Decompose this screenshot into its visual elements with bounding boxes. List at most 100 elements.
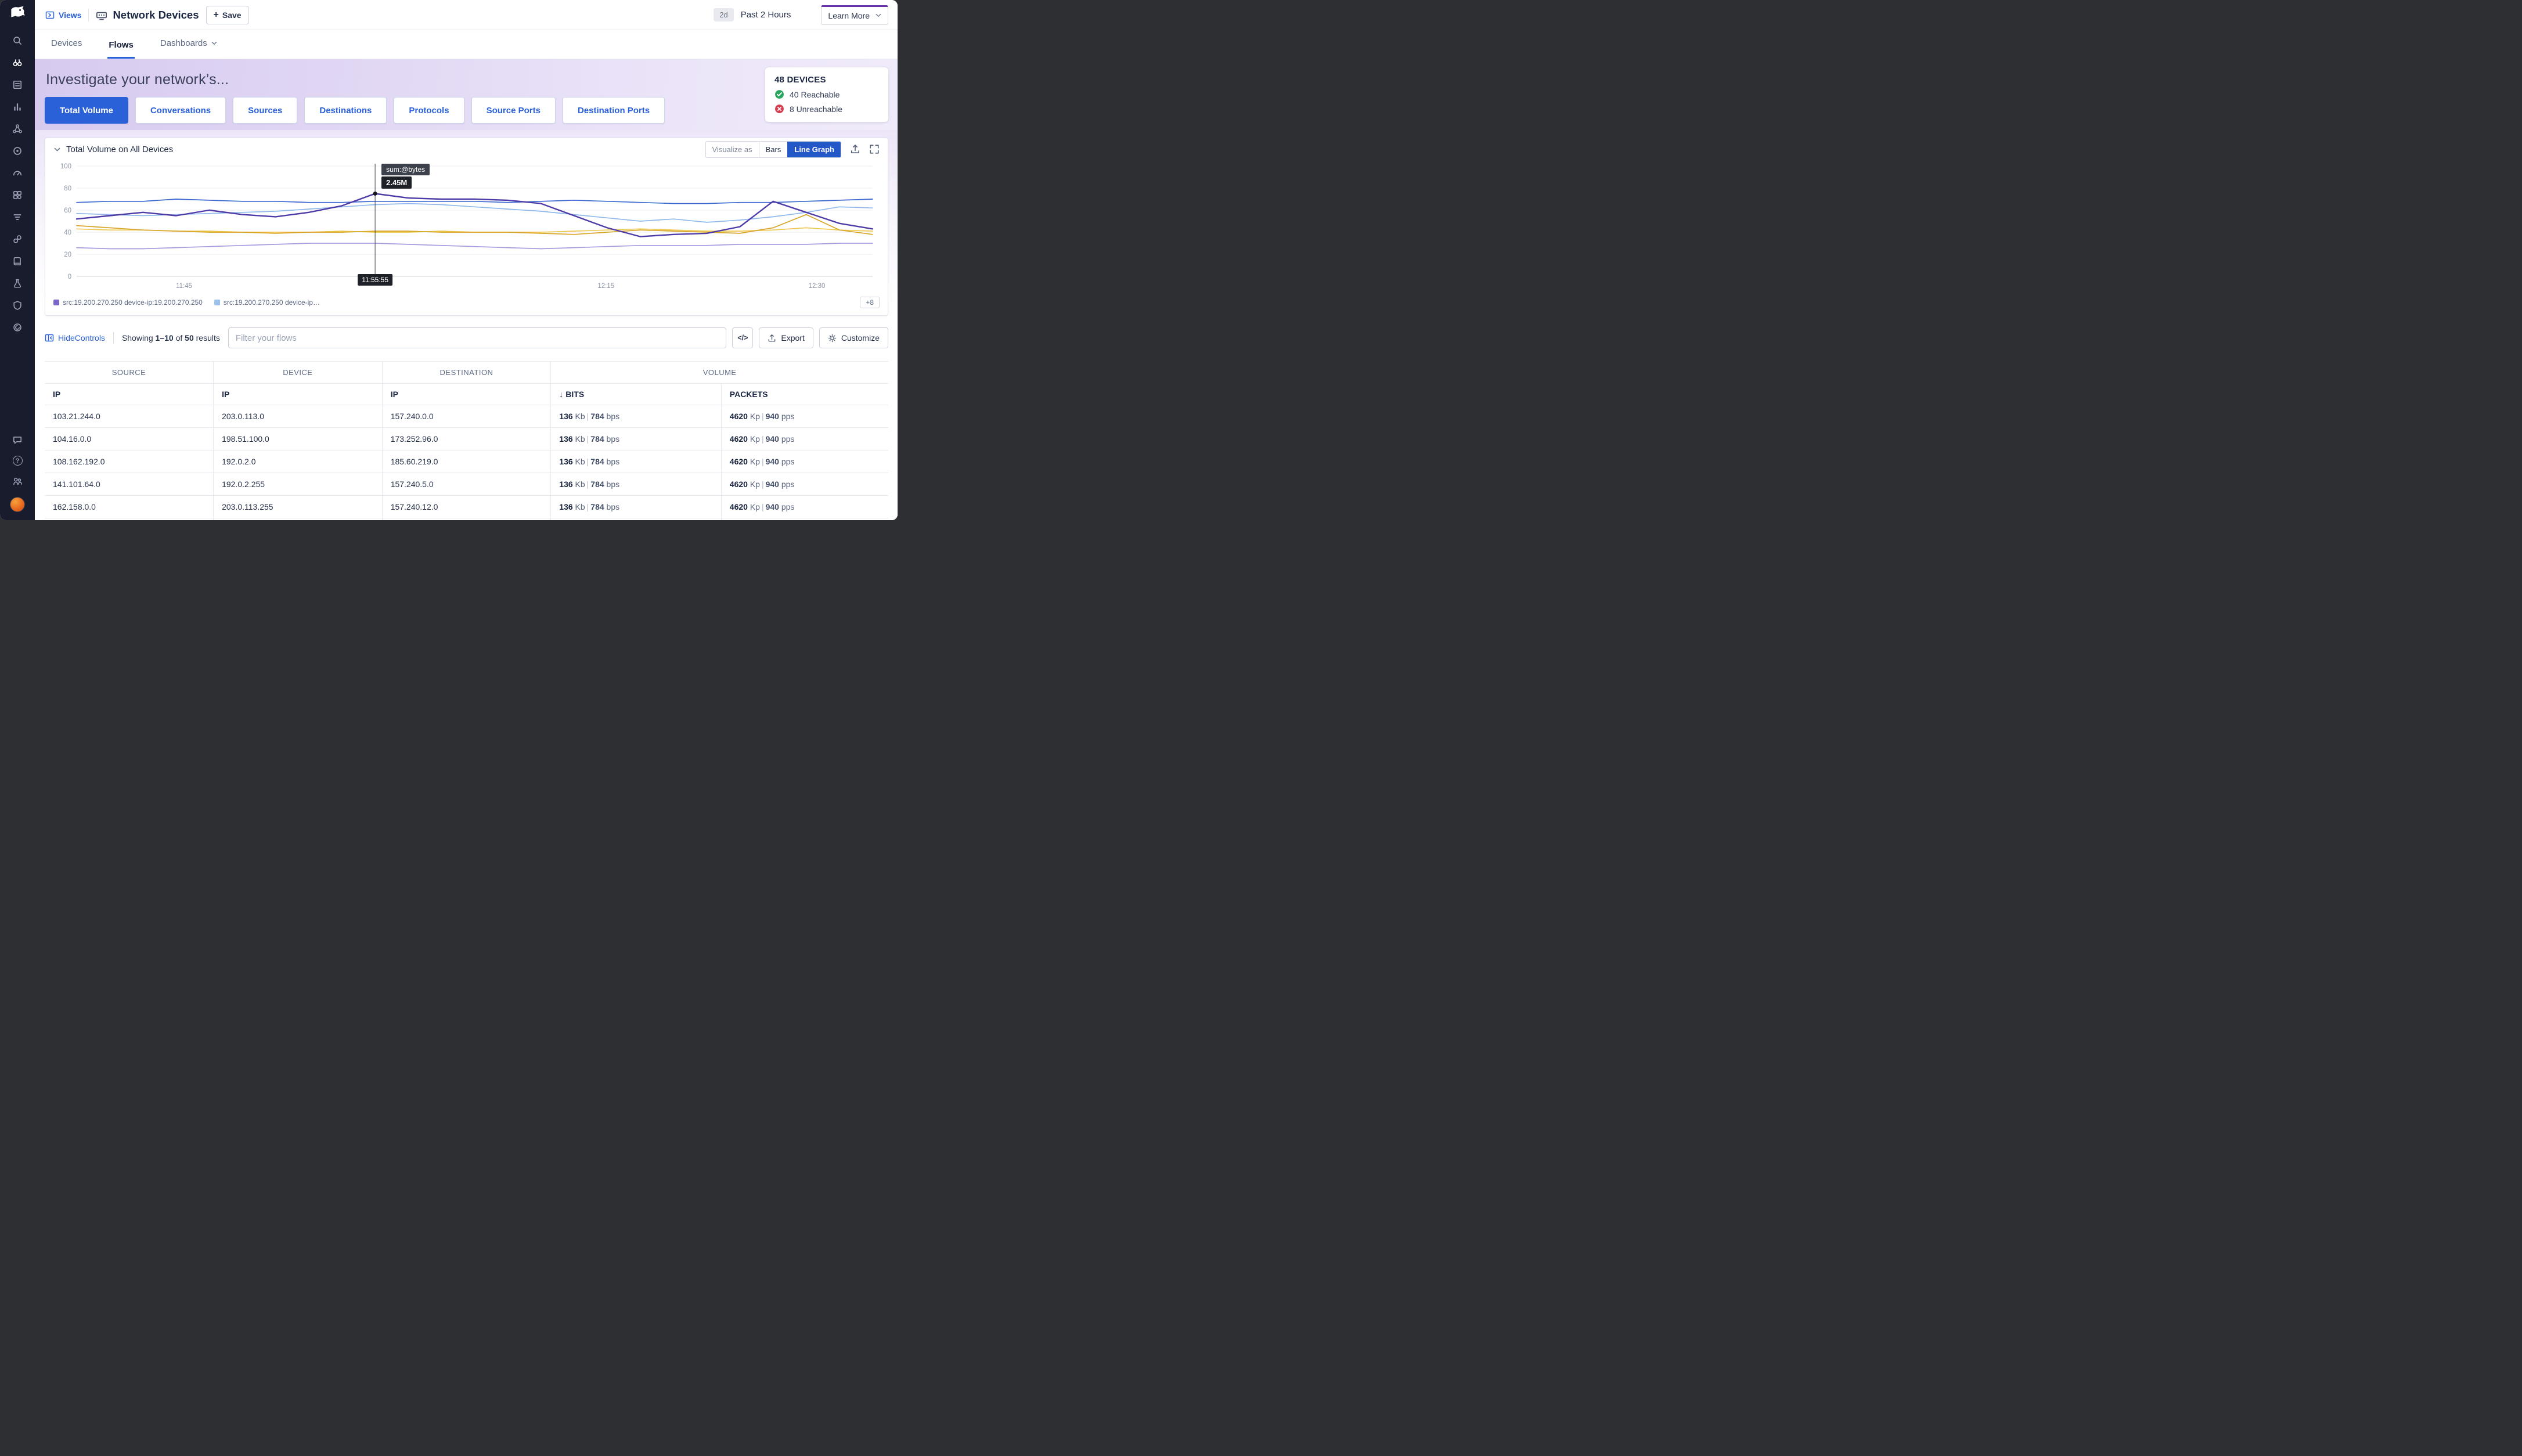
hero-pill-source-ports[interactable]: Source Ports	[471, 97, 556, 124]
col-packets[interactable]: PACKETS	[721, 384, 888, 405]
line-chart[interactable]: 02040608010011:4512:1512:30	[53, 161, 880, 293]
group-device: DEVICE	[214, 362, 383, 384]
network-icon[interactable]	[12, 234, 23, 244]
hero-pill-conversations[interactable]: Conversations	[135, 97, 226, 124]
col-source-ip[interactable]: IP	[45, 384, 214, 405]
hide-controls-button[interactable]: HideControls	[45, 333, 105, 343]
flows-filter-input[interactable]	[228, 327, 726, 348]
sidebar: ?	[0, 0, 35, 520]
table-row[interactable]: 141.101.64.0192.0.2.255157.240.5.0136 Kb…	[45, 473, 888, 496]
marker-time-chip: 11:55:55	[358, 274, 392, 286]
line-graph-button[interactable]: Line Graph	[787, 142, 841, 157]
hero-section: Investigate your network’s... Total Volu…	[35, 59, 898, 130]
watchdog-icon[interactable]	[12, 57, 23, 68]
hero-pill-destinations[interactable]: Destinations	[304, 97, 387, 124]
controls-divider	[113, 332, 114, 344]
tab-dashboards[interactable]: Dashboards	[159, 38, 218, 59]
tab-flows[interactable]: Flows	[107, 40, 135, 59]
svg-text:60: 60	[64, 207, 71, 214]
views-button[interactable]: Views	[45, 10, 81, 20]
svg-text:100: 100	[60, 163, 71, 170]
table-column-header: IP IP IP ↓BITS PACKETS	[45, 384, 888, 405]
collapse-chevron-icon[interactable]	[53, 146, 61, 153]
metrics-icon[interactable]	[12, 102, 23, 112]
hero-pill-destination-ports[interactable]: Destination Ports	[563, 97, 665, 124]
results-summary: Showing 1–10 of 50 results	[122, 333, 220, 343]
views-label: Views	[59, 10, 81, 20]
integrations-icon[interactable]	[12, 190, 23, 200]
chevron-down-icon	[876, 13, 881, 17]
table-row[interactable]: 162.158.0.0203.0.113.255157.240.12.0136 …	[45, 496, 888, 518]
chevron-down-icon	[211, 41, 217, 45]
chat-icon[interactable]	[12, 435, 23, 445]
search-icon[interactable]	[12, 35, 23, 46]
people-icon[interactable]	[12, 476, 23, 486]
query-syntax-button[interactable]: </>	[732, 327, 753, 348]
x-circle-icon	[774, 104, 784, 114]
legend-more-button[interactable]: +8	[860, 297, 880, 308]
reachable-row: 40 Reachable	[774, 89, 879, 99]
processes-icon[interactable]	[12, 212, 23, 222]
legend-item[interactable]: src:19.200.270.250 device-ip:19.200.270.…	[53, 298, 203, 307]
monitors-icon[interactable]	[12, 146, 23, 156]
export-button[interactable]: Export	[759, 327, 813, 348]
hero-pill-sources[interactable]: Sources	[233, 97, 297, 124]
col-device-ip[interactable]: IP	[214, 384, 383, 405]
legend-swatch	[214, 300, 220, 305]
sort-desc-icon: ↓	[559, 390, 563, 399]
svg-text:12:15: 12:15	[597, 283, 614, 290]
datadog-logo-icon[interactable]	[7, 5, 28, 26]
group-volume: VOLUME	[551, 362, 888, 384]
col-bits[interactable]: ↓BITS	[551, 384, 722, 405]
customize-button[interactable]: Customize	[819, 327, 888, 348]
chart-title: Total Volume on All Devices	[66, 145, 173, 154]
security-icon[interactable]	[12, 300, 23, 311]
svg-text:20: 20	[64, 251, 71, 258]
chart-plot[interactable]: 02040608010011:4512:1512:30 sum:@bytes 2…	[45, 160, 888, 293]
help-icon[interactable]: ?	[13, 456, 23, 466]
group-destination: DESTINATION	[382, 362, 551, 384]
devices-summary-card: 48 DEVICES 40 Reachable 8 Unreachable	[765, 67, 888, 122]
events-icon[interactable]	[12, 80, 23, 90]
table-row[interactable]: 103.21.244.0203.0.113.0157.240.0.0136 Kb…	[45, 405, 888, 428]
main-area: Views Network Devices + Save 2d Past 2 H…	[35, 0, 898, 520]
legend-item[interactable]: src:19.200.270.250 device-ip…	[214, 298, 320, 307]
service-map-icon[interactable]	[12, 124, 23, 134]
tabbar: Devices Flows Dashboards	[35, 30, 898, 59]
hero-pill-protocols[interactable]: Protocols	[394, 97, 464, 124]
hero-pill-total-volume[interactable]: Total Volume	[45, 97, 128, 124]
ci-icon[interactable]	[12, 278, 23, 289]
flows-table: SOURCE DEVICE DESTINATION VOLUME IP IP I…	[45, 361, 888, 520]
hero-pills: Total Volume Conversations Sources Destinat…	[45, 97, 888, 124]
table-group-header: SOURCE DEVICE DESTINATION VOLUME	[45, 362, 888, 384]
save-button[interactable]: + Save	[206, 6, 249, 24]
chart-legend: src:19.200.270.250 device-ip:19.200.270.…	[45, 293, 888, 315]
content: Investigate your network’s... Total Volu…	[35, 59, 898, 520]
tab-devices[interactable]: Devices	[50, 38, 83, 59]
controls-row: HideControls Showing 1–10 of 50 results …	[45, 327, 888, 348]
learn-more-button[interactable]: Learn More	[821, 5, 888, 25]
svg-text:40: 40	[64, 229, 71, 236]
svg-text:12:30: 12:30	[809, 283, 826, 290]
table-row[interactable]: 108.162.192.0192.0.2.0185.60.219.0136 Kb…	[45, 451, 888, 473]
hide-controls-icon	[45, 333, 54, 343]
user-avatar[interactable]	[10, 497, 25, 512]
sidebar-bottom: ?	[10, 435, 25, 512]
logs-icon[interactable]	[12, 256, 23, 266]
export-chart-icon[interactable]	[850, 144, 860, 154]
network-devices-icon	[96, 9, 107, 21]
flows-table-body: 103.21.244.0203.0.113.0157.240.0.0136 Kb…	[45, 405, 888, 521]
bars-button[interactable]: Bars	[759, 142, 788, 157]
check-circle-icon	[774, 89, 784, 99]
workflows-icon[interactable]	[12, 322, 23, 333]
table-row[interactable]: 104.16.0.0198.51.100.0173.252.96.0136 Kb…	[45, 428, 888, 451]
body-area: Total Volume on All Devices Visualize as…	[35, 130, 898, 520]
dashboards-icon[interactable]	[12, 168, 23, 178]
app-window: ? Views Network Devices + Save 2d Past 2…	[0, 0, 898, 520]
fullscreen-icon[interactable]	[869, 144, 880, 154]
table-row[interactable]: 198.41.128.0198.51.100.25531.13.68.0136 …	[45, 518, 888, 521]
col-destination-ip[interactable]: IP	[382, 384, 551, 405]
export-icon	[768, 334, 776, 343]
time-range-label[interactable]: Past 2 Hours	[741, 10, 791, 20]
time-badge[interactable]: 2d	[714, 8, 733, 21]
